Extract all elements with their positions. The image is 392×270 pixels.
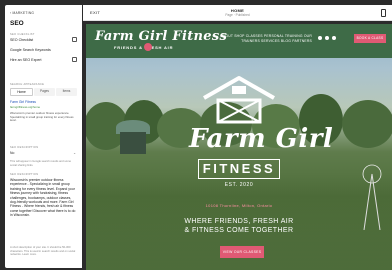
editor-topbar: EXIT HOME Page · Published	[83, 5, 392, 21]
mobile-preview-icon[interactable]	[381, 9, 386, 17]
facebook-icon[interactable]	[325, 36, 329, 40]
preview-title: Farm Girl Fitness	[10, 100, 36, 104]
page-status: Page · Published	[225, 13, 250, 17]
barn-wall	[120, 132, 146, 154]
hero-fitness-label: FITNESS	[198, 159, 280, 179]
section-label-index: SEO DESCRIPTION	[10, 146, 39, 149]
panel-title: SEO	[10, 20, 24, 27]
seo-checklist-label: SEO Checklist	[10, 38, 34, 42]
hire-seo-expert-item[interactable]: Hire an SEO Expert	[10, 57, 77, 62]
book-class-button[interactable]: BOOK A CLASS	[354, 34, 386, 43]
instagram-icon[interactable]	[318, 36, 322, 40]
search-preview: Farm Girl Fitness farmgirlfitness.org/ho…	[10, 100, 77, 138]
google-keywords-item[interactable]: Google Search Keywords	[10, 48, 77, 52]
chevron-down-icon: ⌄	[73, 151, 76, 155]
section-label-description: SEO DESCRIPTION	[10, 173, 39, 176]
tab-pages[interactable]: Pages	[34, 88, 55, 96]
site-header: Farm Girl Fitness FRIENDS & FRESH AIR AB…	[86, 24, 392, 58]
seo-sidebar: ‹ MARKETING SEO SEO CHECKLIST SEO Checkl…	[5, 5, 82, 268]
youtube-icon[interactable]	[332, 36, 336, 40]
tab-items[interactable]: Items	[56, 88, 77, 96]
google-keywords-label: Google Search Keywords	[10, 48, 51, 52]
preview-tabs: Home Pages Items	[10, 88, 77, 96]
view-classes-button[interactable]: VIEW OUR CLASSES	[220, 246, 264, 258]
index-help-text: This will appear in Google search result…	[10, 160, 71, 167]
open-icon	[72, 37, 77, 42]
section-label-preview: SEARCH APPEARANCE	[10, 83, 45, 86]
preview-url: farmgirlfitness.org/home	[10, 105, 40, 109]
barn-logo-icon	[203, 76, 275, 124]
index-select[interactable]: No ⌄	[10, 151, 77, 158]
logo-badge-icon	[144, 43, 152, 51]
hero-title: Farm Girl	[189, 124, 334, 154]
site-preview: Farm Girl Fitness FRIENDS & FRESH AIR AB…	[86, 24, 392, 270]
hero-established: EST. 2020	[224, 182, 254, 188]
seo-checklist-item[interactable]: SEO Checklist	[10, 37, 77, 42]
tab-home[interactable]: Home	[10, 88, 33, 96]
hero-tagline-line-1: WHERE FRIENDS, FRESH AIR	[184, 218, 294, 225]
seo-description-field[interactable]: Wisconsin's premier outdoor fitness expe…	[10, 178, 77, 218]
preview-description: Wisconsin's premier outdoor fitness expe…	[10, 111, 74, 123]
hire-seo-expert-label: Hire an SEO Expert	[10, 58, 42, 62]
hero-address: 10108 Thornline, Milton, Ontario	[205, 203, 273, 208]
site-nav[interactable]: ABOUT SHOP CLASSES PERSONAL TRAINING OUR…	[202, 34, 312, 44]
back-to-marketing-link[interactable]: ‹ MARKETING	[10, 11, 34, 15]
app: ‹ MARKETING SEO SEO CHECKLIST SEO Checkl…	[0, 0, 392, 270]
external-link-icon	[72, 57, 77, 62]
hero-tagline: WHERE FRIENDS, FRESH AIR & FITNESS COME …	[86, 217, 392, 235]
index-select-value: No	[10, 151, 15, 155]
hero-tagline-line-2: & FITNESS COME TOGETHER	[184, 227, 294, 234]
description-help-text: A short description of your site. It sho…	[10, 246, 76, 256]
section-label-checklist: SEO CHECKLIST	[10, 33, 35, 36]
social-links	[318, 36, 336, 40]
